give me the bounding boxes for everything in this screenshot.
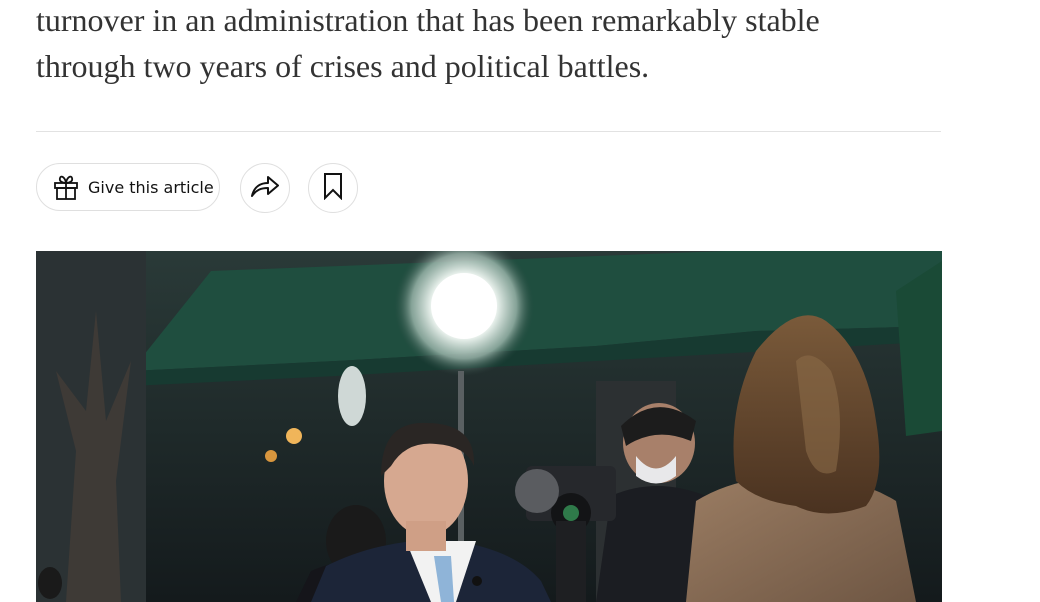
give-article-button[interactable]: Give this article <box>36 163 220 211</box>
save-button[interactable] <box>308 163 358 213</box>
summary-line: turnover in an administration that has b… <box>36 2 820 38</box>
bookmark-icon <box>322 172 344 205</box>
photo-illustration <box>36 251 942 602</box>
share-button[interactable] <box>240 163 290 213</box>
summary-line: through two years of crises and politica… <box>36 48 650 84</box>
gift-icon <box>52 173 80 201</box>
divider <box>36 131 941 132</box>
share-arrow-icon <box>249 173 281 204</box>
article-photo <box>36 251 942 602</box>
give-article-label: Give this article <box>88 177 214 197</box>
